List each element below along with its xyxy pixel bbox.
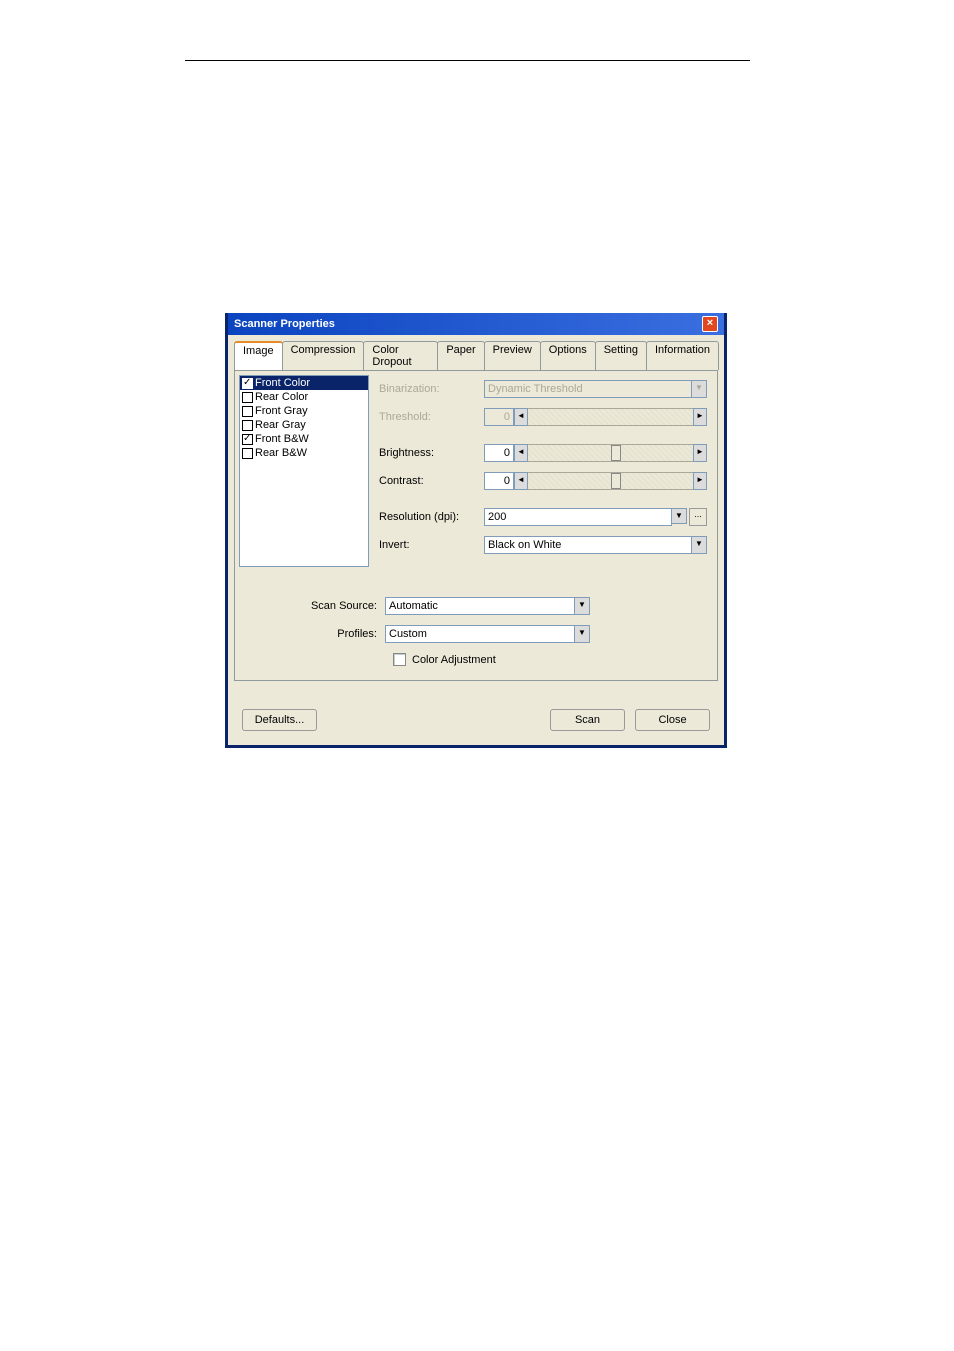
color-adjustment-label: Color Adjustment	[412, 654, 496, 666]
list-item-front-bw[interactable]: Front B&W	[240, 432, 368, 446]
list-item-front-gray[interactable]: Front Gray	[240, 404, 368, 418]
scan-source-dropdown[interactable]: Automatic ▼	[385, 597, 590, 615]
contrast-value: 0	[484, 472, 514, 490]
scan-button[interactable]: Scan	[550, 709, 625, 731]
slider-thumb[interactable]	[611, 473, 621, 489]
contrast-label: Contrast:	[379, 475, 484, 487]
binarization-row: Binarization: Dynamic Threshold ▼	[379, 379, 707, 399]
chevron-down-icon[interactable]: ▼	[672, 508, 687, 524]
threshold-row: Threshold: 0 ◄ ►	[379, 407, 707, 427]
tab-setting[interactable]: Setting	[595, 341, 647, 370]
list-item-rear-bw[interactable]: Rear B&W	[240, 446, 368, 460]
settings-panel: Binarization: Dynamic Threshold ▼ Thresh…	[373, 375, 713, 567]
list-item-label: Front Color	[255, 376, 310, 390]
checkbox-icon[interactable]	[242, 406, 253, 417]
contrast-slider[interactable]: 0 ◄ ►	[484, 472, 707, 490]
list-item-label: Front B&W	[255, 432, 309, 446]
slider-track[interactable]	[528, 444, 693, 462]
tab-strip: Image Compression Color Dropout Paper Pr…	[228, 335, 724, 370]
dropdown-value: Black on White	[488, 539, 561, 551]
window-title: Scanner Properties	[234, 318, 335, 330]
tab-information[interactable]: Information	[646, 341, 719, 370]
threshold-label: Threshold:	[379, 411, 484, 423]
tab-image[interactable]: Image	[234, 341, 283, 370]
scanner-properties-window: Scanner Properties × Image Compression C…	[225, 313, 727, 748]
tab-preview[interactable]: Preview	[484, 341, 541, 370]
image-type-list: Front Color Rear Color Front Gray Rear G…	[239, 375, 369, 567]
threshold-slider: 0 ◄ ►	[484, 408, 707, 426]
resolution-extra-button[interactable]: ...	[689, 508, 707, 526]
list-item-label: Rear Gray	[255, 418, 306, 432]
list-item-label: Front Gray	[255, 404, 308, 418]
resolution-combo[interactable]: 200 ▼ ...	[484, 508, 707, 526]
left-arrow-icon[interactable]: ◄	[514, 472, 528, 490]
left-arrow-icon: ◄	[514, 408, 528, 426]
invert-row: Invert: Black on White ▼	[379, 535, 707, 555]
tab-content: Front Color Rear Color Front Gray Rear G…	[234, 370, 718, 681]
profiles-row: Profiles: Custom ▼	[245, 625, 707, 643]
slider-track[interactable]	[528, 472, 693, 490]
profiles-dropdown[interactable]: Custom ▼	[385, 625, 590, 643]
checkbox-icon[interactable]	[242, 420, 253, 431]
invert-label: Invert:	[379, 539, 484, 551]
scan-source-label: Scan Source:	[245, 600, 385, 612]
dropdown-value: Dynamic Threshold	[488, 383, 583, 395]
tab-compression[interactable]: Compression	[282, 341, 365, 370]
list-item-rear-gray[interactable]: Rear Gray	[240, 418, 368, 432]
resolution-value[interactable]: 200	[484, 508, 672, 526]
right-arrow-icon: ►	[693, 408, 707, 426]
checkbox-icon[interactable]	[242, 392, 253, 403]
list-item-front-color[interactable]: Front Color	[240, 376, 368, 390]
titlebar[interactable]: Scanner Properties ×	[228, 313, 724, 335]
close-button[interactable]: Close	[635, 709, 710, 731]
chevron-down-icon[interactable]: ▼	[574, 626, 589, 642]
brightness-value: 0	[484, 444, 514, 462]
checkbox-icon[interactable]	[242, 378, 253, 389]
dropdown-value: Automatic	[389, 600, 438, 612]
left-arrow-icon[interactable]: ◄	[514, 444, 528, 462]
brightness-row: Brightness: 0 ◄ ►	[379, 443, 707, 463]
color-adjustment-row: Color Adjustment	[245, 653, 707, 666]
right-buttons: Scan Close	[550, 709, 710, 731]
slider-thumb[interactable]	[611, 445, 621, 461]
contrast-row: Contrast: 0 ◄ ►	[379, 471, 707, 491]
defaults-button[interactable]: Defaults...	[242, 709, 317, 731]
slider-track	[528, 408, 693, 426]
document-header-rule	[185, 60, 750, 61]
scan-source-row: Scan Source: Automatic ▼	[245, 597, 707, 615]
list-item-label: Rear B&W	[255, 446, 307, 460]
right-arrow-icon[interactable]: ►	[693, 472, 707, 490]
right-arrow-icon[interactable]: ►	[693, 444, 707, 462]
panel-area: Front Color Rear Color Front Gray Rear G…	[239, 375, 713, 567]
profiles-label: Profiles:	[245, 628, 385, 640]
chevron-down-icon: ▼	[691, 381, 706, 397]
resolution-row: Resolution (dpi): 200 ▼ ...	[379, 507, 707, 527]
tab-color-dropout[interactable]: Color Dropout	[363, 341, 438, 370]
button-bar: Defaults... Scan Close	[228, 681, 724, 745]
threshold-value: 0	[484, 408, 514, 426]
checkbox-icon[interactable]	[242, 448, 253, 459]
binarization-label: Binarization:	[379, 383, 484, 395]
color-adjustment-checkbox[interactable]	[393, 653, 406, 666]
list-item-label: Rear Color	[255, 390, 308, 404]
brightness-slider[interactable]: 0 ◄ ►	[484, 444, 707, 462]
tab-options[interactable]: Options	[540, 341, 596, 370]
resolution-label: Resolution (dpi):	[379, 511, 484, 523]
chevron-down-icon[interactable]: ▼	[691, 537, 706, 553]
dropdown-value: Custom	[389, 628, 427, 640]
checkbox-icon[interactable]	[242, 434, 253, 445]
binarization-dropdown: Dynamic Threshold ▼	[484, 380, 707, 398]
lower-section: Scan Source: Automatic ▼ Profiles: Custo…	[239, 567, 713, 676]
close-icon[interactable]: ×	[702, 316, 718, 332]
tab-paper[interactable]: Paper	[437, 341, 484, 370]
chevron-down-icon[interactable]: ▼	[574, 598, 589, 614]
brightness-label: Brightness:	[379, 447, 484, 459]
list-item-rear-color[interactable]: Rear Color	[240, 390, 368, 404]
invert-dropdown[interactable]: Black on White ▼	[484, 536, 707, 554]
